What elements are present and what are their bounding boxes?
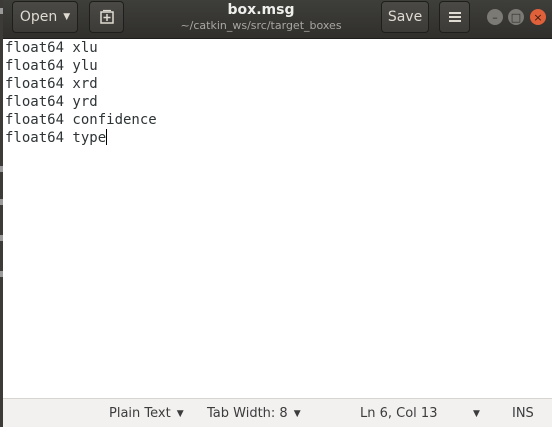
editor-line: float64 ylu bbox=[5, 58, 98, 74]
editor-line-current: float64 type bbox=[5, 129, 108, 147]
menu-button[interactable] bbox=[439, 1, 470, 33]
maximize-icon: □ bbox=[510, 10, 522, 24]
title-block: box.msg ~/catkin_ws/src/target_boxes bbox=[153, 2, 369, 33]
editor-line-text: float64 type bbox=[5, 130, 107, 146]
save-button-label: Save bbox=[387, 9, 423, 25]
insert-mode-label: INS bbox=[512, 406, 534, 421]
editor-line: float64 confidence bbox=[5, 112, 157, 128]
text-cursor bbox=[106, 129, 108, 145]
caret-down-icon: ▼ bbox=[63, 12, 71, 22]
editor-line: float64 yrd bbox=[5, 94, 98, 110]
caret-down-icon: ▼ bbox=[176, 408, 184, 419]
new-tab-button[interactable] bbox=[89, 1, 124, 33]
tab-width-selector[interactable]: Tab Width: 8 ▼ bbox=[207, 399, 301, 427]
minimize-button[interactable]: – bbox=[487, 9, 503, 25]
maximize-button[interactable]: □ bbox=[508, 9, 524, 25]
hamburger-menu-icon bbox=[448, 12, 461, 22]
tab-width-label: Tab Width: 8 bbox=[207, 406, 288, 421]
close-icon: × bbox=[533, 10, 543, 24]
language-label: Plain Text bbox=[109, 406, 171, 421]
cursor-position[interactable]: Ln 6, Col 13 bbox=[360, 399, 437, 427]
language-selector[interactable]: Plain Text ▼ bbox=[109, 399, 184, 427]
caret-down-icon: ▼ bbox=[293, 408, 301, 419]
gedit-window: Open ▼ box.msg ~/catkin_ws/src/target_bo… bbox=[3, 0, 552, 427]
status-bar: Plain Text ▼ Tab Width: 8 ▼ Ln 6, Col 13… bbox=[3, 398, 552, 427]
close-button[interactable]: × bbox=[530, 9, 546, 25]
open-button[interactable]: Open ▼ bbox=[12, 1, 78, 33]
text-editor[interactable]: float64 xlu float64 ylu float64 xrd floa… bbox=[3, 39, 552, 398]
minimize-icon: – bbox=[492, 10, 498, 24]
position-menu-button[interactable]: ▼ bbox=[473, 399, 480, 427]
insert-mode-indicator[interactable]: INS bbox=[512, 399, 534, 427]
open-button-label: Open bbox=[19, 9, 58, 25]
window-title: box.msg bbox=[227, 2, 295, 18]
header-bar: Open ▼ box.msg ~/catkin_ws/src/target_bo… bbox=[3, 0, 552, 39]
caret-down-icon: ▼ bbox=[473, 408, 480, 419]
window-subtitle: ~/catkin_ws/src/target_boxes bbox=[180, 19, 342, 32]
cursor-position-label: Ln 6, Col 13 bbox=[360, 406, 438, 421]
new-document-icon bbox=[99, 9, 114, 24]
editor-line: float64 xrd bbox=[5, 76, 98, 92]
save-button[interactable]: Save bbox=[381, 1, 429, 33]
editor-line: float64 xlu bbox=[5, 40, 98, 56]
